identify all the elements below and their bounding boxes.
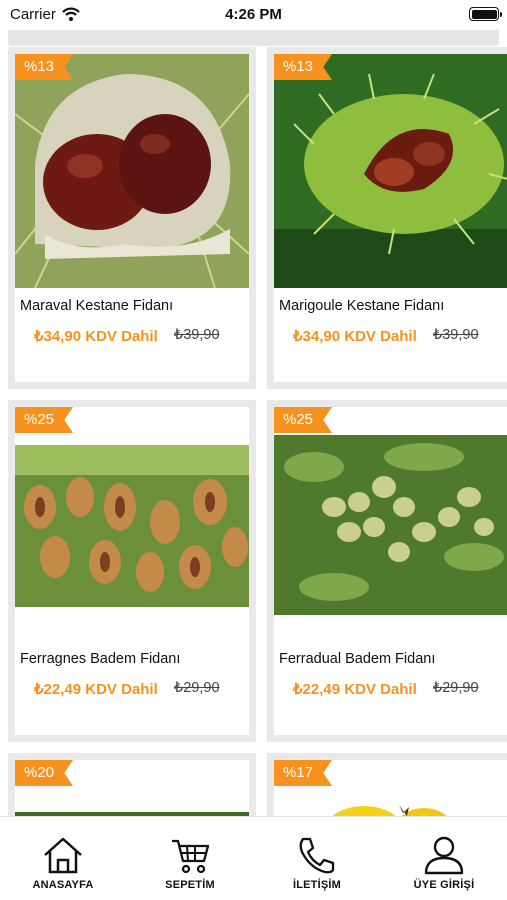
tab-bar: ANASAYFA SEPETİM İLETİŞİM ÜYE GİRİŞİ [0,816,507,900]
almond-photo [15,407,249,641]
product-name: Ferragnes Badem Fidanı [20,651,181,667]
discount-badge: %25 [274,407,332,433]
product-card[interactable]: %17 [267,753,507,816]
tab-sepetim[interactable]: SEPETİM [127,817,253,900]
chestnut-burr-photo [274,54,507,288]
product-name: Ferradual Badem Fidanı [279,651,436,667]
home-icon [44,837,82,874]
tab-iletisim[interactable]: İLETİŞİM [254,817,380,900]
tab-label: SEPETİM [165,879,215,891]
tab-uye-girisi[interactable]: ÜYE GİRİŞİ [381,817,507,900]
product-old-price: ₺39,90 [433,327,479,343]
product-name: Maraval Kestane Fidanı [20,298,174,314]
user-icon [424,836,464,875]
cart-icon [172,839,210,874]
tab-label: ANASAYFA [32,879,94,891]
battery-icon [469,7,502,21]
tab-label: ÜYE GİRİŞİ [413,879,475,891]
discount-badge: %17 [274,760,332,786]
product-old-price: ₺29,90 [433,680,479,696]
product-card[interactable]: %13 Maraval Kestane Fidanı ₺34,90 KDV Da… [8,47,256,389]
product-card[interactable]: %25 Ferragnes Badem Fidanı ₺22,49 KDV Da… [8,400,256,742]
product-price: ₺34,90 KDV Dahil [34,328,158,345]
product-price: ₺34,90 KDV Dahil [293,328,417,345]
product-grid: %13 Maraval Kestane Fidanı ₺34,90 KDV Da… [0,30,507,816]
clock: 4:26 PM [225,6,282,23]
product-price: ₺22,49 KDV Dahil [293,681,417,698]
status-bar: Carrier 4:26 PM [0,0,507,30]
product-old-price: ₺29,90 [174,680,220,696]
phone-icon [299,837,335,874]
almond-tree-photo [274,407,507,641]
chestnut-photo [15,54,249,288]
product-card[interactable]: %20 [8,753,256,816]
tab-anasayfa[interactable]: ANASAYFA [0,817,126,900]
product-card[interactable]: %13 Marigoule Kestane Fidanı ₺34,90 KDV … [267,47,507,389]
discount-badge: %13 [274,54,332,80]
product-old-price: ₺39,90 [174,327,220,343]
product-card[interactable]: %25 Ferradual Badem Fidanı ₺22,49 KDV Da… [267,400,507,742]
product-price: ₺22,49 KDV Dahil [34,681,158,698]
product-name: Marigoule Kestane Fidanı [279,298,445,314]
tab-label: İLETİŞİM [292,879,342,891]
divider [8,30,499,46]
